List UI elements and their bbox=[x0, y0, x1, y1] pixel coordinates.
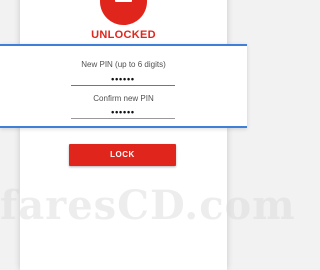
new-pin-label: New PIN (up to 6 digits) bbox=[81, 60, 166, 69]
confirm-pin-field[interactable]: •••••• bbox=[71, 107, 175, 119]
confirm-pin-label: Confirm new PIN bbox=[93, 94, 154, 103]
lock-status-label: UNLOCKED bbox=[91, 29, 156, 41]
lock-button[interactable]: LOCK bbox=[69, 144, 176, 166]
new-pin-field[interactable]: •••••• bbox=[71, 74, 175, 86]
lock-icon bbox=[100, 0, 147, 25]
pin-panel: New PIN (up to 6 digits) •••••• Confirm … bbox=[0, 44, 247, 128]
